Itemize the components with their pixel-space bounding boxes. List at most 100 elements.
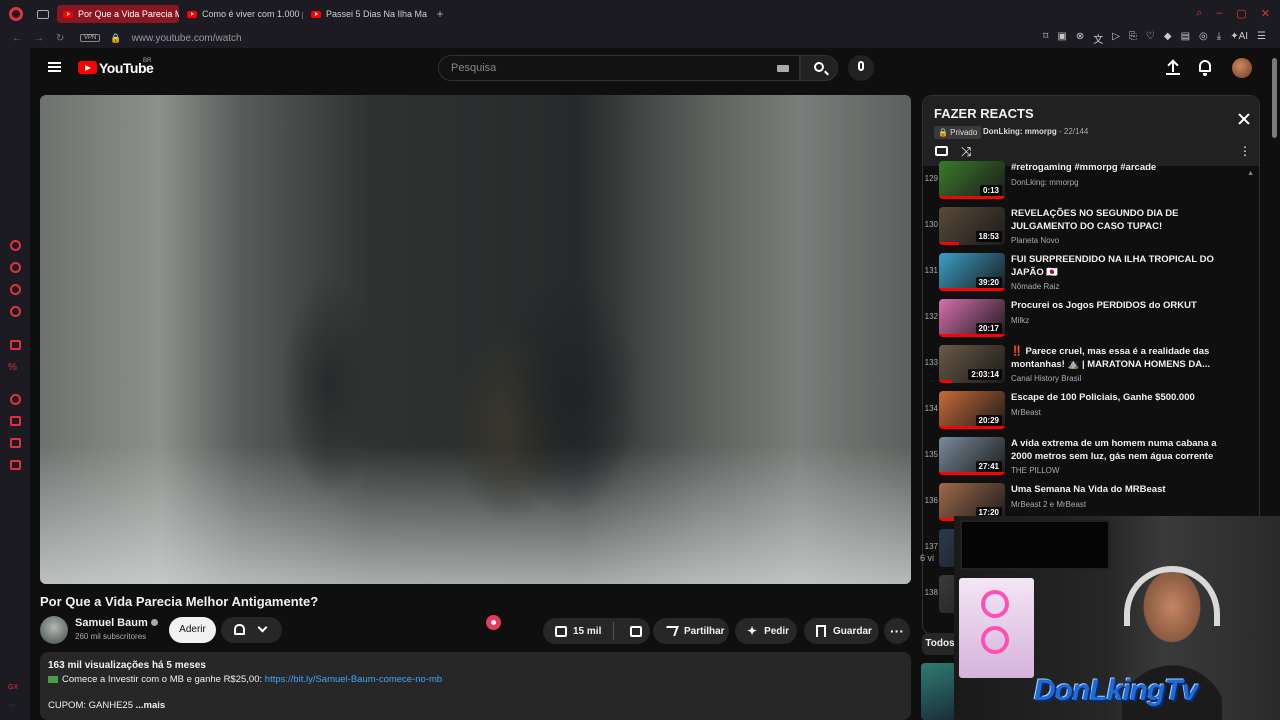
forward-icon[interactable]: → [34,33,44,44]
playlist-item-thumbnail[interactable]: 0:13 [939,161,1005,199]
location-icon[interactable] [10,306,21,317]
playlist-item-title[interactable]: Escape de 100 Policiais, Ganhe $500.000 [1011,391,1226,404]
search-input[interactable]: Pesquisa [438,55,800,81]
like-icon[interactable] [555,625,567,637]
screenshot-icon[interactable]: ▣ [1057,31,1066,46]
playlist-item-thumbnail[interactable]: 20:17 [939,299,1005,337]
subscribed-notifications-button[interactable] [221,617,282,643]
timer-icon[interactable] [10,240,21,251]
playlist-item-channel: Canal History Brasil [1011,374,1082,383]
tab[interactable]: Passei 5 Dias Na Ilha Mais [305,5,427,23]
instagram-icon[interactable] [10,416,21,426]
save-button[interactable]: Guardar [804,618,879,644]
playlist-item-title[interactable]: #retrogaming #mmorpg #arcade [1011,161,1226,174]
tab-switcher-icon[interactable] [37,9,49,19]
owner-name[interactable]: DonLking: mmorpg [983,127,1057,136]
discount-icon[interactable]: % [8,362,17,373]
search-button[interactable] [800,55,838,81]
recommended-thumbnail[interactable] [921,663,957,720]
close-icon[interactable] [1237,112,1251,126]
network-icon[interactable] [10,284,21,295]
hamburger-menu-icon[interactable] [48,62,61,72]
lock-icon[interactable]: 🔒 [110,33,121,44]
dislike-icon[interactable] [630,625,643,637]
bookmark-icon[interactable]: ⌑ [1043,31,1048,46]
downloads-icon[interactable]: ⤓ [1217,31,1221,46]
channel-name[interactable]: Samuel Baum [75,617,158,629]
vpn-badge[interactable]: VPN [80,34,101,42]
opera-logo-icon[interactable] [9,7,23,21]
join-button[interactable]: Aderir [169,617,216,643]
close-window-icon[interactable]: ✕ [1261,7,1270,20]
account-avatar[interactable] [1232,58,1252,78]
playlist-item-thumbnail[interactable]: 27:41 [939,437,1005,475]
download-page-icon[interactable]: ⎘ [1129,31,1137,46]
playlist-item-title[interactable]: FUI SURPREENDIDO NA ILHA TROPICAL DO JAP… [1011,253,1226,279]
maximize-icon[interactable]: ▢ [1236,7,1246,20]
playlist-item[interactable]: 135 27:41 A vida extrema de um homem numa … [923,434,1259,478]
ai-button[interactable]: ✦AI [1230,31,1248,46]
tab-bar: Por Que a Vida Parecia Me Como é viver c… [0,0,1280,28]
playlist-item-title[interactable]: Procurei os Jogos PERDIDOS do ORKUT [1011,299,1226,312]
tab[interactable]: Como é viver com 1.000 p [181,5,303,23]
playlist-item-title[interactable]: Uma Semana Na Vida do MRBeast [1011,483,1226,496]
promo-link[interactable]: https://bit.ly/Samuel-Baum-comece-no-mb [265,674,442,685]
playlist-item-thumbnail[interactable]: 20:29 [939,391,1005,429]
description-box[interactable]: 163 mil visualizações há 5 meses Comece … [40,652,911,720]
tab-active[interactable]: Por Que a Vida Parecia Me [57,5,179,23]
channel-name-text[interactable]: Samuel Baum [75,617,148,629]
url-field[interactable]: www.youtube.com/watch [132,33,242,44]
speedometer-icon[interactable] [10,262,21,273]
translate-icon[interactable]: 文 [1093,31,1103,46]
playlist-item-title[interactable]: REVELAÇÕES NO SEGUNDO DIA DE JULGAMENTO … [1011,207,1226,233]
channel-avatar[interactable] [40,616,68,644]
playlist-item-thumbnail[interactable]: 18:53 [939,207,1005,245]
playlist-more-icon[interactable]: ⋮ [1239,144,1251,158]
playlist-item-thumbnail[interactable]: 2:03:14 [939,345,1005,383]
ask-button[interactable]: ✦ Pedir [735,618,797,644]
keyboard-icon[interactable] [777,65,789,72]
show-more-link[interactable]: ...mais [136,700,166,711]
playlist-item[interactable]: 130 18:53 REVELAÇÕES NO SEGUNDO DIA DE JUL… [923,204,1259,248]
playlist-item-channel: DonLking: mmorpg [1011,178,1079,187]
playlist-item-thumbnail[interactable]: 39:20 [939,253,1005,291]
new-tab-button[interactable]: + [433,7,447,21]
menu-icon[interactable]: ☰ [1257,31,1266,46]
like-dislike-group: 15 mil [543,618,650,644]
sparkle-icon: ✦ [747,624,758,638]
twitch-icon[interactable] [10,340,21,350]
wallet-icon[interactable]: ▤ [1181,31,1190,46]
search-tabs-icon[interactable]: ⌕ [1196,7,1202,20]
playlist-item-title[interactable]: ‼️ Parece cruel, mas essa é a realidade … [1011,345,1226,371]
video-player[interactable] [40,95,911,584]
page-scrollbar[interactable] [1272,58,1277,138]
snapshot-icon[interactable]: ◎ [1199,31,1208,46]
playlist-item-title[interactable]: A vida extrema de um homem numa cabana a… [1011,437,1226,465]
playlist-item[interactable]: 129 0:13 #retrogaming #mmorpg #arcade DonLk… [923,158,1259,202]
minimize-icon[interactable]: – [1216,7,1222,20]
loop-icon[interactable] [935,146,948,156]
play-icon[interactable]: ▷ [1112,31,1120,46]
pin-icon[interactable] [10,394,21,405]
playlist-title[interactable]: FAZER REACTS [934,106,1034,121]
notifications-icon[interactable] [1199,60,1211,76]
fox-extension-icon[interactable]: ◆ [1164,31,1172,46]
chip-all[interactable]: Todos [922,633,958,655]
more-sidebar-icon[interactable]: ··· [8,702,15,709]
like-count[interactable]: 15 mil [573,626,601,637]
more-actions-button[interactable]: ··· [884,618,910,644]
bag-icon[interactable] [10,438,21,448]
playlist-item[interactable]: 131 39:20 FUI SURPREENDIDO NA ILHA TROPICA… [923,250,1259,294]
voice-search-button[interactable] [848,55,874,81]
gx-label[interactable]: GX [8,684,18,691]
playlist-item[interactable]: 132 20:17 Procurei os Jogos PERDIDOS do OR… [923,296,1259,340]
heart-icon[interactable]: ♡ [1146,31,1155,46]
playlist-item[interactable]: 133 2:03:14 ‼️ Parece cruel, mas essa é a … [923,342,1259,386]
share-button[interactable]: Partilhar [653,618,729,644]
adblock-icon[interactable]: ⊗ [1076,31,1084,46]
back-icon[interactable]: ← [12,33,22,44]
youtube-logo-icon[interactable] [78,61,97,74]
reload-icon[interactable]: ↻ [56,33,66,44]
playlist-item[interactable]: 134 20:29 Escape de 100 Policiais, Ganhe $… [923,388,1259,432]
tv-icon[interactable] [10,460,21,470]
